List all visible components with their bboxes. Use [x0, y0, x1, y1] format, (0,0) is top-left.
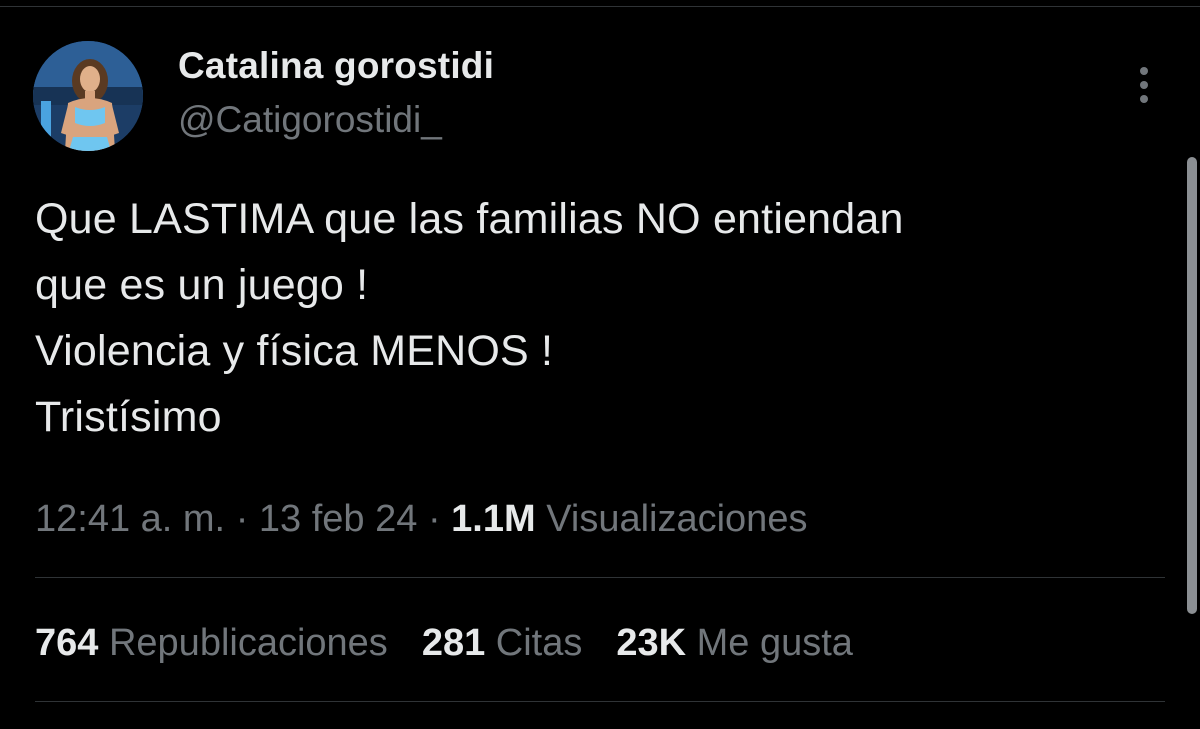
meta-separator: · — [235, 498, 249, 540]
avatar-image — [33, 41, 143, 151]
tweet: Catalina gorostidi @Catigorostidi_ Que L… — [0, 0, 1200, 729]
quotes-label: Citas — [495, 622, 583, 664]
tweet-time[interactable]: 12:41 a. m. — [35, 498, 225, 540]
likes-stat[interactable]: 23K Me gusta — [616, 622, 853, 664]
reposts-count: 764 — [35, 622, 99, 664]
display-name[interactable]: Catalina gorostidi — [178, 44, 494, 88]
tweet-text-line: Que LASTIMA que las familias NO entienda… — [35, 195, 904, 243]
more-vertical-icon — [1140, 67, 1148, 103]
user-handle[interactable]: @Catigorostidi_ — [178, 98, 494, 142]
likes-label: Me gusta — [696, 622, 853, 664]
divider — [35, 701, 1165, 702]
reposts-stat[interactable]: 764 Republicaciones — [35, 622, 388, 664]
reposts-label: Republicaciones — [108, 622, 388, 664]
tweet-text-line: Tristísimo — [35, 393, 222, 441]
scrollbar[interactable] — [1187, 157, 1197, 614]
avatar[interactable] — [33, 41, 143, 151]
divider — [35, 577, 1165, 578]
views-count: 1.1M — [451, 498, 536, 540]
tweet-meta: 12:41 a. m. · 13 feb 24 · 1.1M Visualiza… — [35, 492, 807, 546]
engagement-stats: 764 Republicaciones 281 Citas 23K Me gusta — [35, 616, 887, 670]
meta-separator: · — [427, 498, 441, 540]
tweet-text-line: Violencia y física MENOS ! — [35, 327, 554, 375]
more-options-button[interactable] — [1124, 62, 1164, 108]
quotes-count: 281 — [421, 622, 486, 664]
quotes-stat[interactable]: 281 Citas — [422, 622, 583, 664]
author-info: Catalina gorostidi @Catigorostidi_ — [178, 44, 494, 142]
tweet-text: Que LASTIMA que las familias NO entienda… — [35, 186, 1165, 450]
tweet-text-line: que es un juego ! — [35, 261, 369, 309]
likes-count: 23K — [616, 622, 687, 664]
tweet-date[interactable]: 13 feb 24 — [259, 498, 417, 540]
views-label: Visualizaciones — [546, 498, 808, 540]
